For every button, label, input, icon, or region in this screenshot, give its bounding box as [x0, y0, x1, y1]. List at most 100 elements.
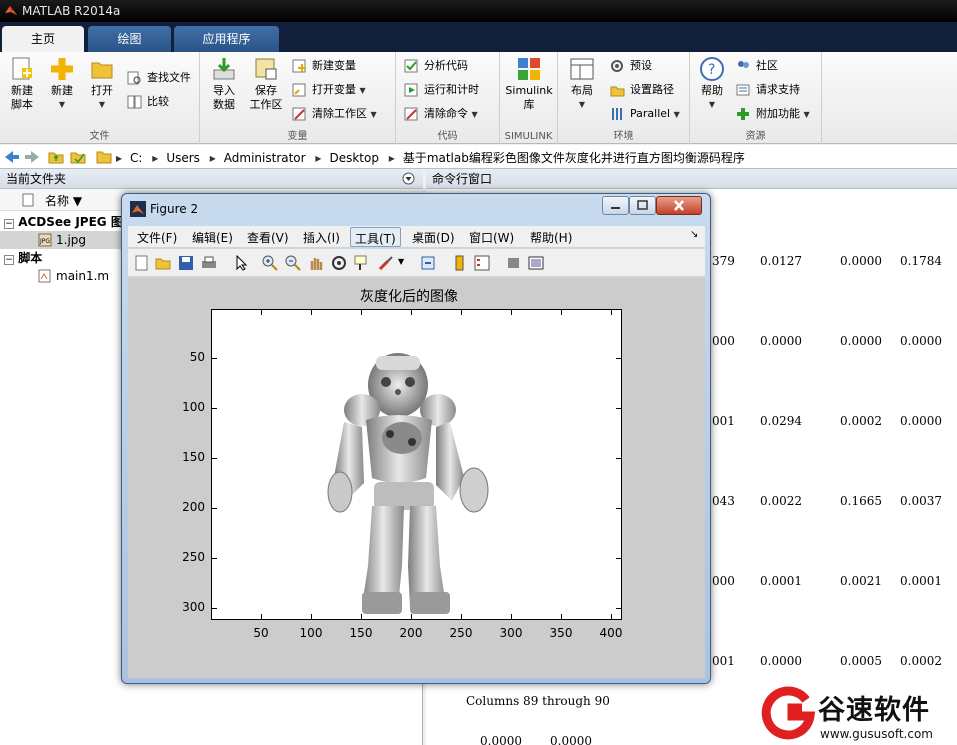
parallel-button[interactable]: Parallel ▼ — [610, 104, 680, 124]
ribbon-section-code: 分析代码 运行和计时 清除命令 ▼ 代码 — [396, 52, 500, 144]
find-files-button[interactable]: 查找文件 — [127, 68, 191, 88]
file-header-icon — [22, 193, 34, 207]
show-plot-tools-icon[interactable] — [528, 255, 544, 271]
y-tick-mark-right — [616, 558, 621, 559]
forward-arrow-icon[interactable] — [24, 149, 40, 165]
browse-folder-icon[interactable] — [70, 149, 86, 165]
x-tick-mark — [411, 614, 412, 619]
layout-button[interactable]: 布局 ▼ — [566, 56, 598, 112]
save-icon[interactable] — [178, 255, 194, 271]
y-tick-mark-right — [616, 408, 621, 409]
name-column-header[interactable]: 名称 ▼ — [45, 192, 82, 209]
help-button[interactable]: ? 帮助 ▼ — [696, 56, 728, 112]
add-ons-icon — [737, 108, 749, 120]
menu-tools[interactable]: 工具(T) — [350, 227, 401, 247]
breadcrumb-item[interactable]: Administrator — [224, 151, 306, 165]
x-tick-label: 300 — [499, 626, 523, 640]
close-button[interactable] — [656, 196, 702, 215]
x-tick-mark — [261, 614, 262, 619]
collapse-icon[interactable]: − — [4, 255, 14, 265]
breadcrumb-item[interactable]: Users — [166, 151, 200, 165]
tab-home[interactable]: 主页 — [2, 26, 84, 52]
clear-commands-button[interactable]: 清除命令 ▼ — [404, 104, 478, 124]
open-variable-button[interactable]: 打开变量 ▼ — [292, 80, 366, 100]
colorbar-icon[interactable] — [452, 255, 468, 271]
clear-workspace-button[interactable]: 清除工作区 ▼ — [292, 104, 377, 124]
menu-file[interactable]: 文件(F) — [137, 229, 177, 246]
hide-plot-tools-icon[interactable] — [506, 255, 522, 271]
x-tick-mark-top — [261, 310, 262, 315]
list-item[interactable]: main1.m — [38, 267, 109, 285]
legend-icon[interactable] — [474, 255, 490, 271]
ribbon: 新建 脚本 新建▼ 打开▼ 查找文件 比较 文件 导入 数据 保存 工作区 — [0, 52, 957, 144]
menu-edit[interactable]: 编辑(E) — [192, 229, 233, 246]
breadcrumb-item[interactable]: C: — [130, 151, 142, 165]
zoom-in-icon[interactable] — [262, 255, 278, 271]
y-tick-label: 300 — [182, 600, 205, 614]
menu-desktop[interactable]: 桌面(D) — [412, 229, 455, 246]
gear-icon — [611, 60, 623, 72]
x-tick-label: 200 — [399, 626, 423, 640]
minimize-button[interactable] — [602, 196, 629, 215]
menu-insert[interactable]: 插入(I) — [303, 229, 340, 246]
tab-apps[interactable]: 应用程序 — [174, 26, 279, 52]
menu-view[interactable]: 查看(V) — [247, 229, 289, 246]
community-icon — [738, 61, 749, 68]
maximize-button[interactable] — [629, 196, 656, 215]
y-tick-mark — [212, 358, 217, 359]
y-tick-label: 250 — [182, 550, 205, 564]
new-script-button[interactable]: 新建 脚本 — [6, 56, 38, 112]
open-file-icon[interactable] — [155, 255, 171, 271]
pan-hand-icon[interactable] — [308, 255, 324, 271]
y-tick-label: 100 — [182, 400, 205, 414]
tree-group-jpeg[interactable]: − ACDSee JPEG 图像 — [4, 213, 135, 231]
link-plot-icon[interactable] — [420, 255, 436, 271]
brush-dropdown-icon[interactable]: ▼ — [398, 257, 404, 266]
matlab-logo-icon — [5, 6, 17, 15]
preferences-button[interactable]: 预设 — [610, 56, 652, 76]
folder-icon — [96, 151, 112, 164]
simulink-library-button[interactable]: Simulink 库 — [504, 56, 554, 112]
analyze-code-button[interactable]: 分析代码 — [404, 56, 468, 76]
image-axes[interactable] — [211, 309, 622, 620]
breadcrumb[interactable]: ▸ C: ▸ Users ▸ Administrator ▸ Desktop ▸ 基于ma… — [116, 149, 751, 166]
open-button[interactable]: 打开 ▼ — [86, 56, 118, 112]
rotate-3d-icon[interactable] — [331, 255, 347, 271]
brush-icon[interactable] — [378, 255, 394, 271]
save-workspace-button[interactable]: 保存 工作区 — [246, 56, 286, 112]
y-tick-mark-right — [616, 508, 621, 509]
add-ons-button[interactable]: 附加功能 ▼ — [736, 104, 810, 124]
compare-icon — [127, 95, 142, 109]
breadcrumb-item[interactable]: Desktop — [329, 151, 379, 165]
ribbon-section-resources: ? 帮助 ▼ 社区 请求支持 附加功能 ▼ 资源 — [690, 52, 822, 144]
up-folder-icon[interactable] — [48, 149, 64, 165]
community-button[interactable]: 社区 — [736, 56, 778, 76]
request-support-button[interactable]: 请求支持 — [736, 80, 800, 100]
y-tick-label: 50 — [189, 350, 205, 364]
import-data-button[interactable]: 导入 数据 — [208, 56, 240, 112]
menubar-expand-icon[interactable]: ↘ — [690, 229, 698, 240]
pointer-icon[interactable] — [233, 255, 249, 271]
collapse-icon[interactable]: − — [4, 219, 14, 229]
tree-group-scripts[interactable]: − 脚本 — [4, 249, 42, 267]
menu-window[interactable]: 窗口(W) — [469, 229, 514, 246]
new-button[interactable]: 新建 ▼ — [46, 56, 78, 112]
run-and-time-button[interactable]: 运行和计时 — [404, 80, 479, 100]
compare-button[interactable]: 比较 — [127, 92, 169, 112]
tab-plots[interactable]: 绘图 — [88, 26, 171, 52]
back-arrow-icon[interactable] — [4, 149, 20, 165]
panel-menu-icon[interactable] — [402, 172, 415, 185]
x-tick-mark-top — [611, 310, 612, 315]
list-item[interactable]: JPG 1.jpg — [0, 231, 122, 249]
folder-open-icon — [89, 56, 115, 82]
new-figure-icon[interactable] — [134, 255, 150, 271]
print-icon[interactable] — [201, 255, 217, 271]
set-path-button[interactable]: 设置路径 — [610, 80, 674, 100]
new-variable-button[interactable]: 新建变量 — [292, 56, 356, 76]
figure-window[interactable]: Figure 2 文件(F) 编辑(E) 查看(V) 插入(I) 工具(T) 桌… — [121, 193, 711, 684]
zoom-out-icon[interactable] — [285, 255, 301, 271]
breadcrumb-item[interactable]: 基于matlab编程彩色图像文件灰度化并进行直方图均衡源码程序 — [403, 151, 745, 165]
data-cursor-icon[interactable] — [354, 255, 370, 271]
ribbon-section-variable: 导入 数据 保存 工作区 新建变量 打开变量 ▼ 清除工作区 ▼ 变量 — [200, 52, 396, 144]
menu-help[interactable]: 帮助(H) — [530, 229, 572, 246]
